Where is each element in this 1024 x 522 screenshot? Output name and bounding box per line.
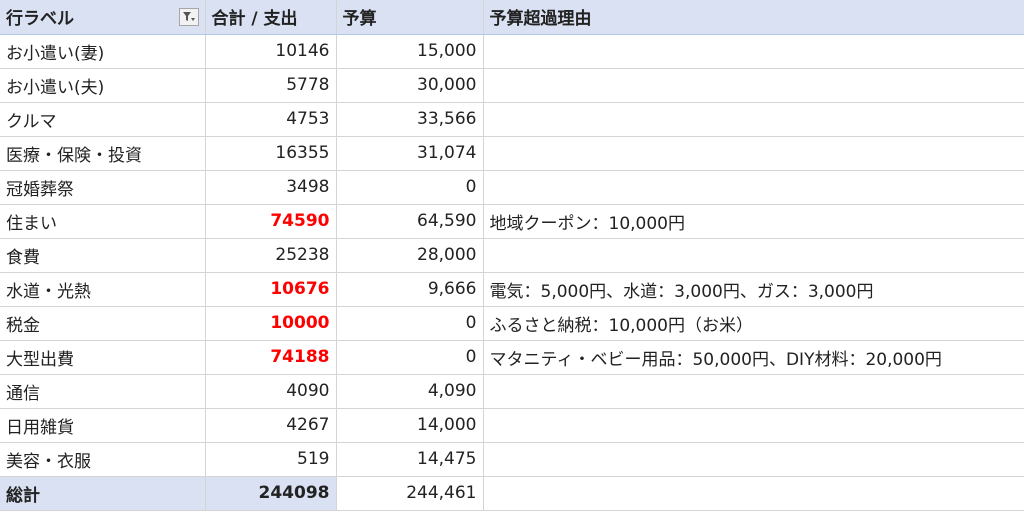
reason-cell[interactable] <box>483 374 1024 409</box>
category-cell[interactable]: お小遣い(夫) <box>0 68 206 103</box>
table-row: 食費 25238 28,000 <box>0 238 1024 273</box>
reason-cell[interactable]: ふるさと納税：10,000円（お米） <box>483 306 1024 341</box>
budget-cell[interactable]: 0 <box>336 340 484 375</box>
reason-cell[interactable]: マタニティ・ベビー用品：50,000円、DIY材料：20,000円 <box>483 340 1024 375</box>
budget-cell[interactable]: 31,074 <box>336 136 484 171</box>
table-row: 冠婚葬祭 3498 0 <box>0 170 1024 205</box>
reason-header-cell[interactable]: 予算超過理由 <box>483 0 1024 35</box>
reason-cell[interactable] <box>483 170 1024 205</box>
pivot-table: 行ラベル 合計 / 支出 予算 予算超過理由 お小遣い(妻) 10146 15,00… <box>0 0 1024 511</box>
filter-dropdown-icon[interactable] <box>178 7 199 26</box>
reason-cell[interactable] <box>483 34 1024 69</box>
budget-cell[interactable]: 14,000 <box>336 408 484 443</box>
category-cell[interactable]: 大型出費 <box>0 340 206 375</box>
budget-cell[interactable]: 33,566 <box>336 102 484 137</box>
sum-cell[interactable]: 3498 <box>205 170 337 205</box>
header-row-label-cell[interactable]: 行ラベル <box>0 0 206 35</box>
sum-cell[interactable]: 519 <box>205 442 337 477</box>
reason-cell[interactable] <box>483 408 1024 443</box>
sum-cell[interactable]: 10000 <box>205 306 337 341</box>
sum-cell[interactable]: 74590 <box>205 204 337 239</box>
category-cell[interactable]: お小遣い(妻) <box>0 34 206 69</box>
sum-cell[interactable]: 10146 <box>205 34 337 69</box>
category-cell[interactable]: 水道・光熱 <box>0 272 206 307</box>
reason-cell[interactable] <box>483 136 1024 171</box>
sum-cell[interactable]: 74188 <box>205 340 337 375</box>
budget-cell[interactable]: 0 <box>336 170 484 205</box>
reason-cell[interactable] <box>483 68 1024 103</box>
total-reason-cell[interactable] <box>483 476 1024 511</box>
budget-cell[interactable]: 0 <box>336 306 484 341</box>
budget-cell[interactable]: 4,090 <box>336 374 484 409</box>
category-cell[interactable]: 税金 <box>0 306 206 341</box>
table-row: 住まい 74590 64,590 地域クーポン：10,000円 <box>0 204 1024 239</box>
category-cell[interactable]: 住まい <box>0 204 206 239</box>
budget-cell[interactable]: 15,000 <box>336 34 484 69</box>
reason-cell[interactable] <box>483 102 1024 137</box>
table-row: 医療・保険・投資 16355 31,074 <box>0 136 1024 171</box>
budget-cell[interactable]: 28,000 <box>336 238 484 273</box>
table-row: お小遣い(妻) 10146 15,000 <box>0 34 1024 69</box>
table-row: クルマ 4753 33,566 <box>0 102 1024 137</box>
category-cell[interactable]: 冠婚葬祭 <box>0 170 206 205</box>
sum-cell[interactable]: 5778 <box>205 68 337 103</box>
total-label-cell[interactable]: 総計 <box>0 475 206 511</box>
table-row: 美容・衣服 519 14,475 <box>0 442 1024 477</box>
category-cell[interactable]: クルマ <box>0 102 206 137</box>
category-cell[interactable]: 日用雑貨 <box>0 408 206 443</box>
total-sum-cell[interactable]: 244098 <box>205 475 337 511</box>
category-cell[interactable]: 通信 <box>0 374 206 409</box>
table-row: 日用雑貨 4267 14,000 <box>0 408 1024 443</box>
sum-header-cell[interactable]: 合計 / 支出 <box>205 0 337 35</box>
row-label-header: 行ラベル <box>6 9 74 30</box>
table-row: 水道・光熱 10676 9,666 電気：5,000円、水道：3,000円、ガス：3,… <box>0 272 1024 307</box>
category-cell[interactable]: 食費 <box>0 238 206 273</box>
sum-cell[interactable]: 25238 <box>205 238 337 273</box>
table-row: 税金 10000 0 ふるさと納税：10,000円（お米） <box>0 306 1024 341</box>
table-row: 大型出費 74188 0 マタニティ・ベビー用品：50,000円、DIY材料：20,0… <box>0 340 1024 375</box>
table-row: 通信 4090 4,090 <box>0 374 1024 409</box>
pivot-table-sheet: 行ラベル 合計 / 支出 予算 予算超過理由 お小遣い(妻) 10146 15,00… <box>0 0 1024 522</box>
reason-cell[interactable]: 電気：5,000円、水道：3,000円、ガス：3,000円 <box>483 272 1024 307</box>
budget-cell[interactable]: 9,666 <box>336 272 484 307</box>
budget-cell[interactable]: 14,475 <box>336 442 484 477</box>
budget-header-cell[interactable]: 予算 <box>336 0 484 35</box>
table-row: お小遣い(夫) 5778 30,000 <box>0 68 1024 103</box>
total-budget-cell[interactable]: 244,461 <box>336 476 484 511</box>
sum-cell[interactable]: 4090 <box>205 374 337 409</box>
sum-cell[interactable]: 16355 <box>205 136 337 171</box>
reason-cell[interactable]: 地域クーポン：10,000円 <box>483 204 1024 239</box>
reason-cell[interactable] <box>483 442 1024 477</box>
category-cell[interactable]: 医療・保険・投資 <box>0 136 206 171</box>
reason-cell[interactable] <box>483 238 1024 273</box>
sum-cell[interactable]: 10676 <box>205 272 337 307</box>
budget-cell[interactable]: 64,590 <box>336 204 484 239</box>
total-row: 総計 244098 244,461 <box>0 475 1024 511</box>
sum-cell[interactable]: 4267 <box>205 408 337 443</box>
category-cell[interactable]: 美容・衣服 <box>0 442 206 477</box>
budget-cell[interactable]: 30,000 <box>336 68 484 103</box>
header-row: 行ラベル 合計 / 支出 予算 予算超過理由 <box>0 0 1024 35</box>
sum-cell[interactable]: 4753 <box>205 102 337 137</box>
